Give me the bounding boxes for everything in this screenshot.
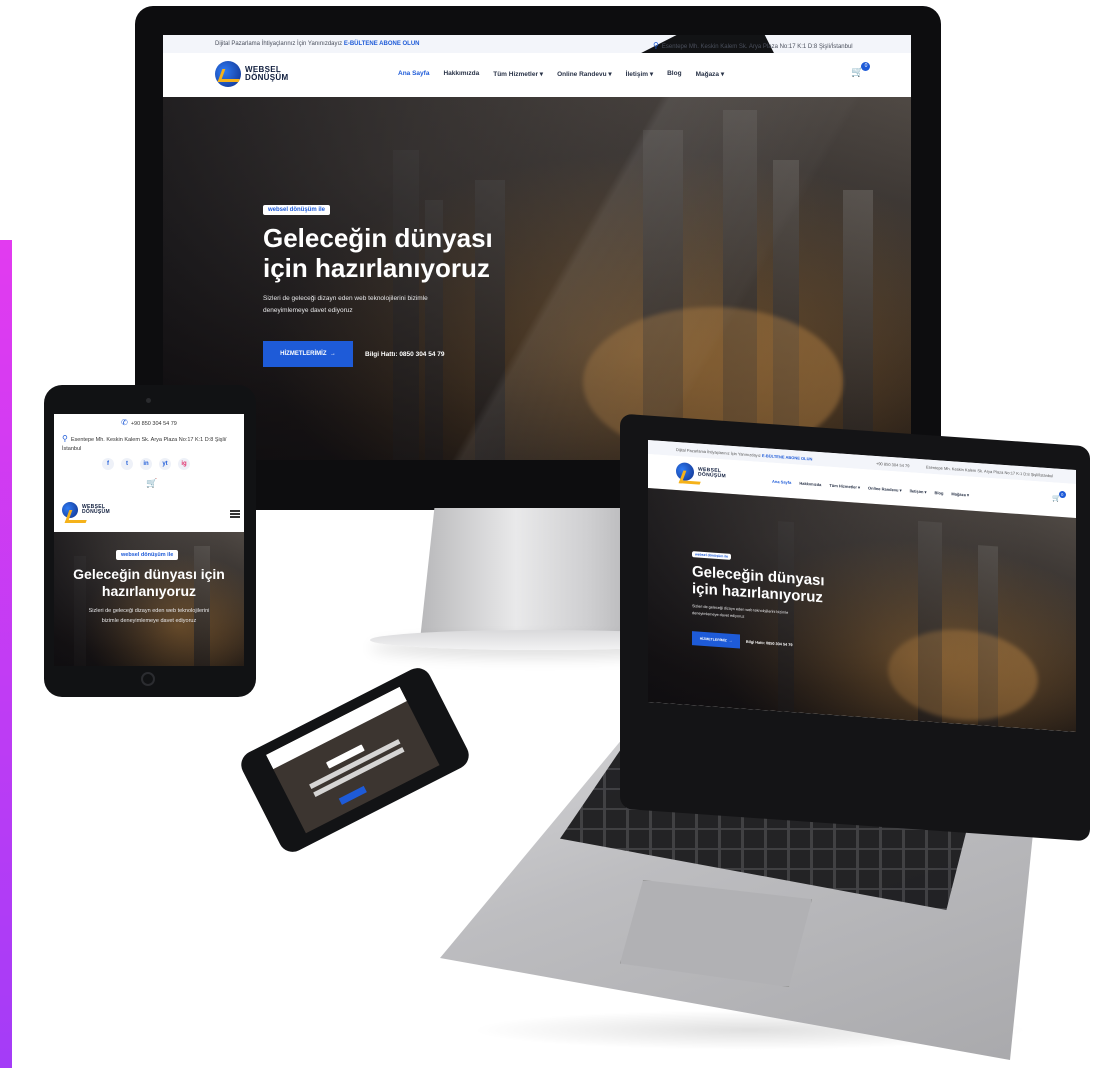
laptop-newsletter-link[interactable]: E-BÜLTENE ABONE OLUN <box>762 453 812 462</box>
hero-title: Geleceğin dünyası için hazırlanıyoruz <box>263 223 493 283</box>
hero-title-line2: için hazırlanıyoruz <box>263 253 490 283</box>
main-menu: Ana Sayfa Hakkımızda Tüm Hizmetler ▾ Onl… <box>398 70 724 78</box>
topbar-promo: Dijital Pazarlama İhtiyaçlarınız İçin Ya… <box>215 41 420 47</box>
location-pin-icon: ⚲ <box>653 41 659 50</box>
laptop-hero: websel dönüşüm ile Geleceğin dünyası içi… <box>648 488 1076 732</box>
nav-item-magaza[interactable]: Mağaza ▾ <box>696 70 725 78</box>
laptop-main-menu: Ana Sayfa Hakkımızda Tüm Hizmetler ▾ Onl… <box>772 479 969 498</box>
cart-count-badge: 0 <box>861 62 871 71</box>
instagram-icon[interactable]: ig <box>178 458 190 470</box>
tablet-logo[interactable]: WEBSEL DÖNÜŞÜM <box>62 502 110 518</box>
laptop-nav-item-online-randevu[interactable]: Online Randevu ▾ <box>868 485 902 492</box>
laptop-nav-item-hakkimizda[interactable]: Hakkımızda <box>799 481 821 488</box>
tablet-cart-button[interactable]: 🛒 <box>146 478 157 489</box>
linkedin-icon[interactable]: in <box>140 458 152 470</box>
tablet-screen: ✆ +90 850 304 54 79 ⚲ Esentepe Mh. Keskin … <box>54 414 244 666</box>
hotline-number: 0850 304 54 79 <box>399 351 445 358</box>
hotline-label: Bilgi Hattı: <box>365 351 398 358</box>
social-links: f t in yt ig <box>102 458 190 470</box>
tablet-hero-title: Geleceğin dünyası için hazırlanıyoruz <box>54 566 244 600</box>
location-pin-icon: ⚲ <box>62 434 68 443</box>
nav-item-ana-sayfa[interactable]: Ana Sayfa <box>398 70 429 78</box>
tablet-address: ⚲ Esentepe Mh. Keskin Kalem Sk. Arya Plaz… <box>62 434 238 454</box>
desktop-screen: Dijital Pazarlama İhtiyaçlarınız İçin Ya… <box>163 35 911 460</box>
hero-title-line1: Geleceğin dünyası <box>263 223 493 253</box>
tablet-subtitle-line1: Sizleri de geleceği dizayn eden web tekn… <box>88 608 210 614</box>
laptop-nav-item-iletisim[interactable]: İletişim ▾ <box>910 488 927 494</box>
services-button[interactable]: HİZMETLERİMİZ → <box>263 341 353 367</box>
laptop-nav-item-blog[interactable]: Blog <box>935 490 944 496</box>
hero-subtitle-line2: deneyimlemeye davet ediyoruz <box>263 307 353 314</box>
logo-mark-icon <box>62 502 78 518</box>
cart-button[interactable]: 🛒 0 <box>851 62 871 78</box>
tablet-title-line2: hazırlanıyoruz <box>101 583 197 599</box>
topbar-address-text: Esentepe Mh. Keskin Kalem Sk. Arya Plaza… <box>661 44 853 50</box>
desktop-navbar: WEBSEL DÖNÜŞÜM Ana Sayfa Hakkımızda Tüm … <box>163 53 911 98</box>
facebook-icon[interactable]: f <box>102 458 114 470</box>
hamburger-menu-icon[interactable] <box>230 510 240 518</box>
tablet-hero: websel dönüşüm ile Geleceğin dünyası içi… <box>54 532 244 666</box>
smartphone-screen <box>265 686 440 834</box>
desktop-topbar: Dijital Pazarlama İhtiyaçlarınız İçin Ya… <box>163 35 911 193</box>
laptop-nav-item-magaza[interactable]: Mağaza ▾ <box>951 491 969 497</box>
tablet-phone-number: +90 850 304 54 79 <box>130 421 177 427</box>
laptop-nav-item-ana-sayfa[interactable]: Ana Sayfa <box>772 479 791 485</box>
laptop-cart-count-badge: 0 <box>1058 490 1066 499</box>
phone-cta-button <box>338 785 367 805</box>
site-logo[interactable]: WEBSEL DÖNÜŞÜM <box>215 61 288 87</box>
desktop-hero: websel dönüşüm ile Geleceğin dünyası içi… <box>163 97 911 460</box>
laptop-cart-button[interactable]: 🛒 0 <box>1052 490 1066 503</box>
hero-subtitle-line1: Sizleri de geleceği dizayn eden web tekn… <box>263 295 428 302</box>
youtube-icon[interactable]: yt <box>159 458 171 470</box>
nav-item-hakkimizda[interactable]: Hakkımızda <box>443 70 479 78</box>
twitter-icon[interactable]: t <box>121 458 133 470</box>
tablet-subtitle-line2: bizimle deneyimlemeye davet ediyoruz <box>101 618 197 624</box>
phone-icon: ✆ <box>121 418 128 427</box>
laptop-screen: Dijital Pazarlama İhtiyaçlarınız İçin Ya… <box>648 440 1076 732</box>
tablet-address-text: Esentepe Mh. Keskin Kalem Sk. Arya Plaza… <box>62 437 227 452</box>
hotline[interactable]: Bilgi Hattı: 0850 304 54 79 <box>365 351 445 358</box>
laptop-nav-item-tum-hizmetler[interactable]: Tüm Hizmetler ▾ <box>829 483 860 490</box>
nav-item-blog[interactable]: Blog <box>667 70 681 78</box>
laptop-logo[interactable]: WEBSEL DÖNÜŞÜM <box>676 461 726 483</box>
tablet-hero-tag: websel dönüşüm ile <box>116 550 179 560</box>
nav-item-tum-hizmetler[interactable]: Tüm Hizmetler ▾ <box>493 70 543 78</box>
hero-subtitle: Sizleri de geleceği dizayn eden web tekn… <box>263 293 428 317</box>
services-button-label: HİZMETLERİMİZ <box>280 351 327 357</box>
laptop-services-button-label: HİZMETLERİMİZ <box>699 636 727 643</box>
logo-line2: DÖNÜŞÜM <box>245 73 289 82</box>
newsletter-link[interactable]: E-BÜLTENE ABONE OLUN <box>344 41 420 47</box>
nav-item-iletisim[interactable]: İletişim ▾ <box>626 70 653 78</box>
arrow-right-icon: → <box>727 638 733 643</box>
nav-item-online-randevu[interactable]: Online Randevu ▾ <box>557 70 612 78</box>
decorative-accent-strip <box>0 240 12 1068</box>
tablet-title-line1: Geleceğin dünyası için <box>73 566 225 582</box>
logo-mark-icon <box>676 461 694 482</box>
logo-wordmark: WEBSEL DÖNÜŞÜM <box>245 66 288 82</box>
topbar-address: ⚲ Esentepe Mh. Keskin Kalem Sk. Arya Plaz… <box>653 41 853 50</box>
hero-tag: websel dönüşüm ile <box>263 205 331 215</box>
smartphone-device <box>236 663 474 857</box>
topbar-promo-text: Dijital Pazarlama İhtiyaçlarınız İçin Ya… <box>215 41 343 47</box>
tablet-phone[interactable]: ✆ +90 850 304 54 79 <box>54 418 244 427</box>
tablet-home-button <box>141 672 155 686</box>
cart-icon: 🛒 <box>146 478 158 488</box>
arrow-right-icon: → <box>328 351 336 357</box>
tablet-camera <box>146 398 151 403</box>
laptop-topbar-phone[interactable]: +90 850 304 54 79 <box>876 461 909 468</box>
logo-mark-icon <box>215 61 241 87</box>
tablet-hero-subtitle: Sizleri de geleceği dizayn eden web tekn… <box>54 606 244 626</box>
